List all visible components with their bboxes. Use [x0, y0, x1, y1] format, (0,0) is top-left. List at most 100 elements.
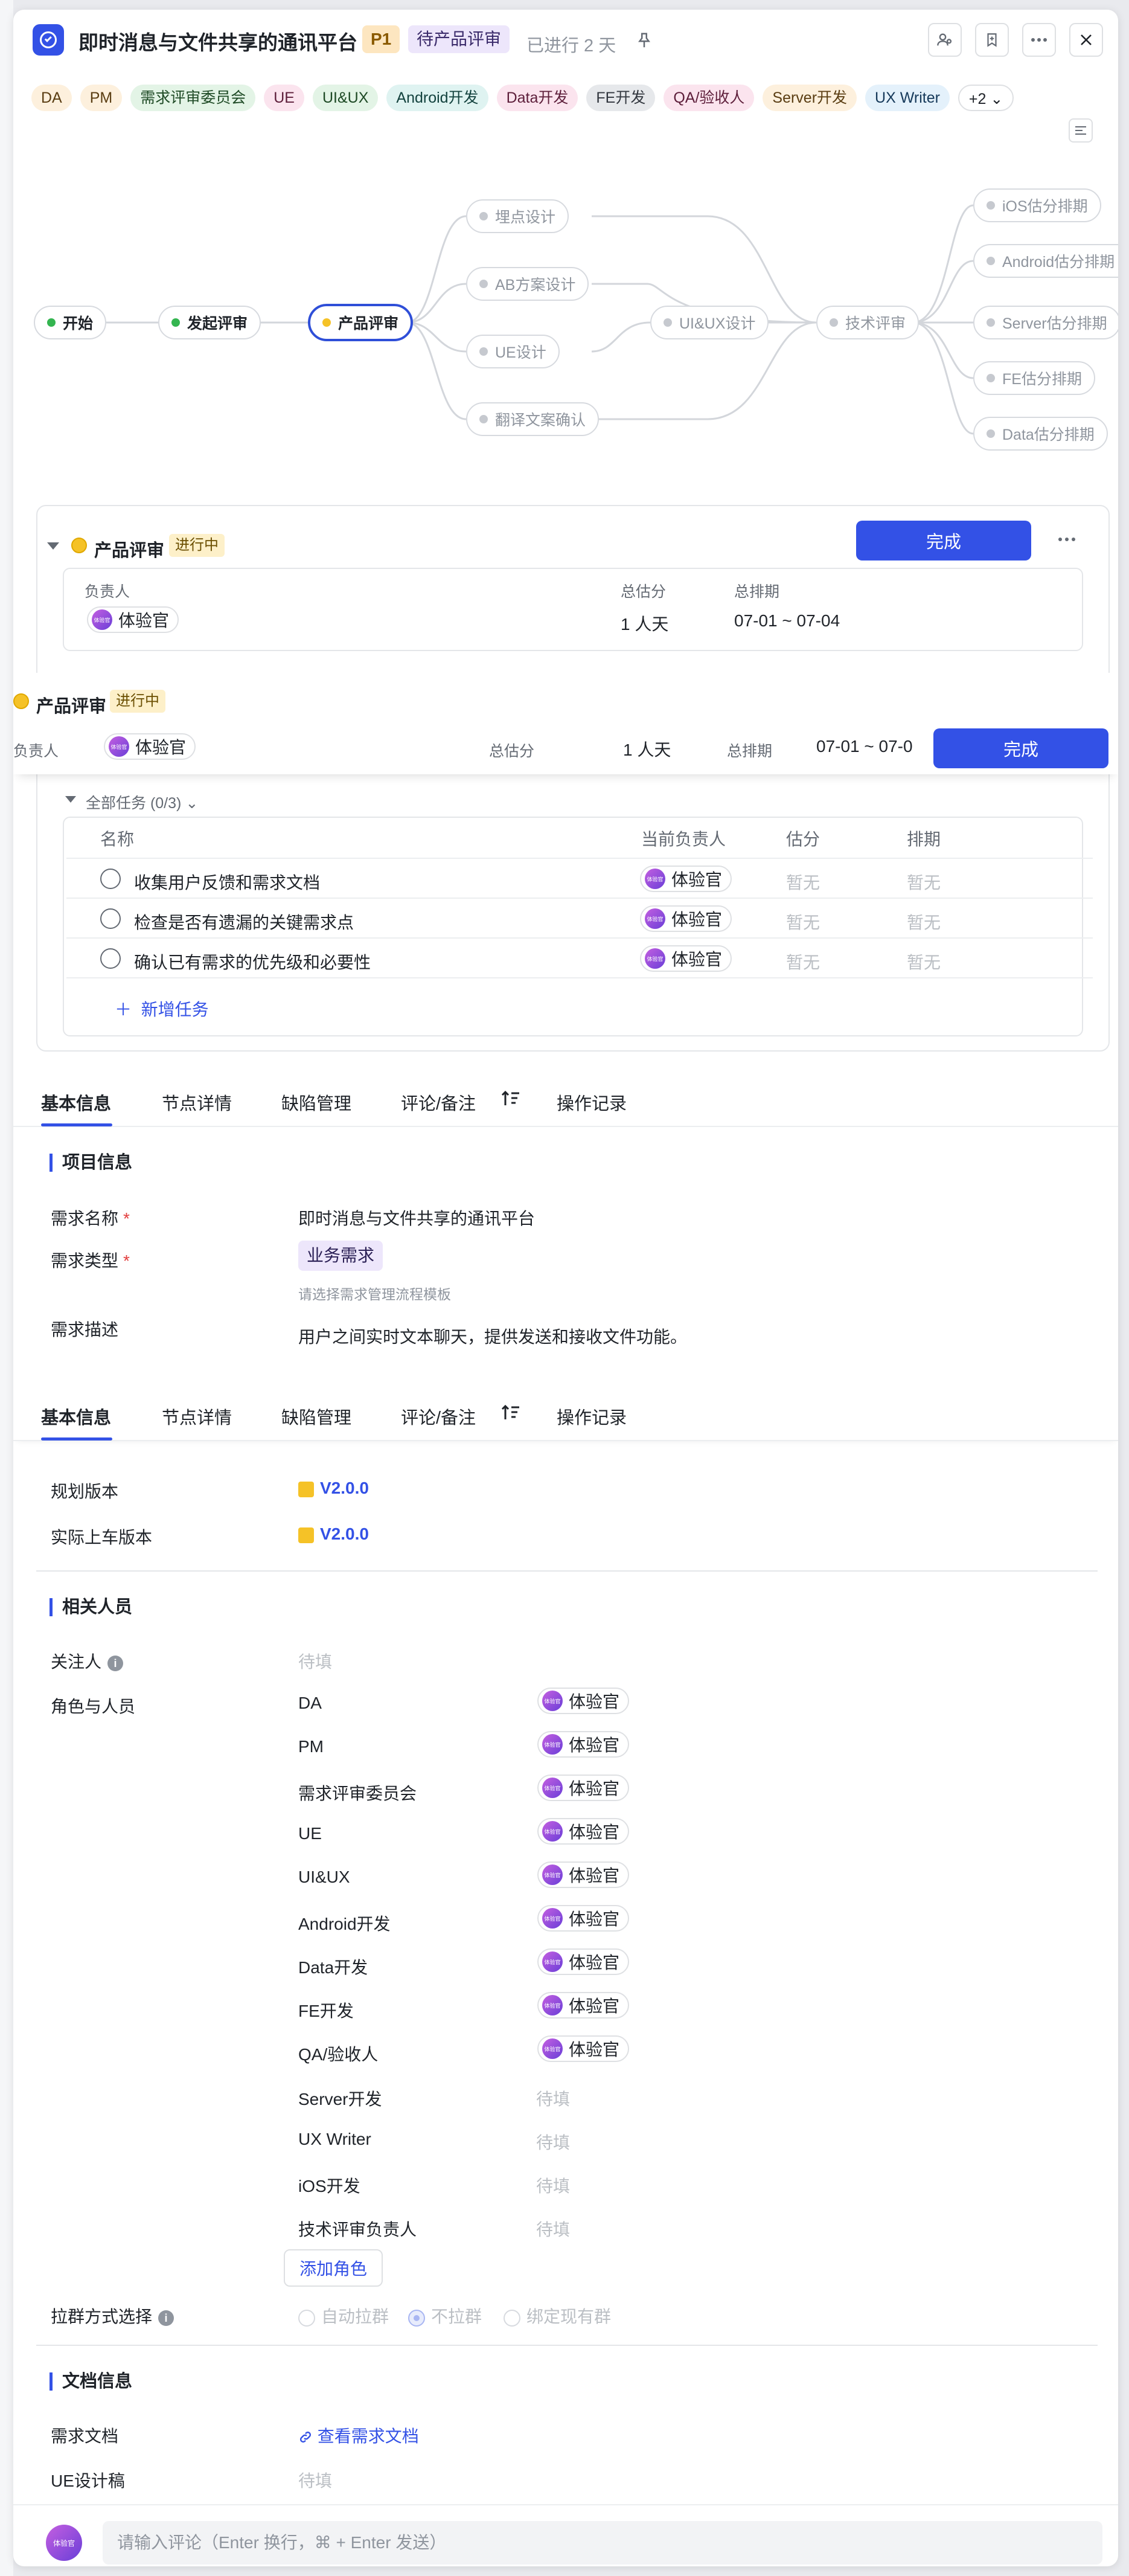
- req-name-value[interactable]: 即时消息与文件共享的通讯平台: [298, 1206, 535, 1230]
- flow-node-ue-design[interactable]: UE设计: [466, 335, 560, 368]
- task-owner-chip[interactable]: 体验官 体验官: [640, 905, 732, 932]
- role-person-empty[interactable]: 待填: [536, 2173, 570, 2197]
- task-owner-chip[interactable]: 体验官 体验官: [640, 945, 732, 972]
- doc-label: 需求文档: [51, 2427, 119, 2446]
- flow-node-initiate[interactable]: 发起评审: [158, 306, 261, 339]
- role-person-chip[interactable]: 体验官 体验官: [537, 1992, 630, 2019]
- role-person-chip[interactable]: 体验官 体验官: [537, 2035, 630, 2062]
- info-icon[interactable]: i: [107, 1655, 124, 1671]
- flow-node-android-estimate[interactable]: Android估分排期: [973, 244, 1118, 278]
- tasks-collapse-icon[interactable]: [65, 796, 76, 803]
- plan-version-value[interactable]: V2.0.0: [298, 1479, 369, 1498]
- role-name: Android开发: [298, 1915, 391, 1933]
- tab-history[interactable]: 操作记录: [557, 1404, 627, 1429]
- flow-node-tracking[interactable]: 埋点设计: [466, 199, 569, 233]
- add-task-label: 新增任务: [141, 1000, 209, 1019]
- complete-button[interactable]: 完成: [856, 521, 1031, 560]
- avatar: 体验官: [645, 869, 665, 889]
- sort-icon[interactable]: [501, 1404, 520, 1425]
- stage-status-badge: 进行中: [169, 534, 225, 557]
- tab-node-details[interactable]: 节点详情: [162, 1404, 232, 1429]
- flow-node-fe-estimate[interactable]: FE估分排期: [973, 361, 1095, 395]
- tab-comments[interactable]: 评论/备注: [401, 1404, 476, 1429]
- task-checkbox[interactable]: [100, 869, 121, 889]
- task-checkbox[interactable]: [100, 908, 121, 929]
- sticky-detail-tabs: 基本信息 节点详情 缺陷管理 评论/备注 操作记录: [13, 1386, 1118, 1441]
- comment-divider: [13, 2504, 1118, 2505]
- sticky-owner-chip[interactable]: 体验官 体验官: [104, 733, 196, 760]
- flow-node-ios-estimate[interactable]: iOS估分排期: [973, 188, 1101, 222]
- status-dot: [987, 318, 995, 327]
- followers-label: 关注人 i: [51, 1649, 124, 1673]
- task-owner-name: 体验官: [671, 910, 723, 929]
- req-type-label: 需求类型 *: [51, 1248, 130, 1272]
- table-row[interactable]: 确认已有需求的优先级和必要性 体验官 体验官 暂无 暂无: [66, 937, 1093, 977]
- task-owner-chip[interactable]: 体验官 体验官: [640, 866, 732, 892]
- tab-node-details[interactable]: 节点详情: [162, 1090, 232, 1115]
- flow-node-label: FE估分排期: [1002, 371, 1082, 388]
- group-method-label-text: 拉群方式选择: [51, 2307, 153, 2326]
- section-docs: 文档信息: [50, 2372, 132, 2391]
- section-project-info: 项目信息: [50, 1154, 132, 1172]
- group-option-auto[interactable]: 自动拉群: [298, 2304, 389, 2328]
- version-icon: [298, 1481, 314, 1497]
- role-name: 技术评审负责人: [298, 2220, 417, 2239]
- tab-defects[interactable]: 缺陷管理: [281, 1090, 351, 1115]
- role-person-empty[interactable]: 待填: [536, 2086, 570, 2110]
- flow-node-start[interactable]: 开始: [34, 306, 107, 339]
- flow-node-translate[interactable]: 翻译文案确认: [466, 402, 600, 436]
- role-person-chip[interactable]: 体验官 体验官: [537, 1688, 630, 1714]
- role-person-name: 体验官: [569, 2040, 620, 2059]
- group-option-none[interactable]: 不拉群: [408, 2304, 482, 2328]
- tasks-header-label: 全部任务 (0/3): [86, 795, 182, 812]
- in-progress-dot: [13, 693, 29, 709]
- task-checkbox[interactable]: [100, 948, 121, 969]
- role-person-chip[interactable]: 体验官 体验官: [537, 1818, 630, 1845]
- role-name: UX Writer: [298, 2130, 371, 2148]
- role-person-chip[interactable]: 体验官 体验官: [537, 1775, 630, 1801]
- role-person-chip[interactable]: 体验官 体验官: [537, 1861, 630, 1888]
- table-row[interactable]: 检查是否有遗漏的关键需求点 体验官 体验官 暂无 暂无: [66, 898, 1093, 937]
- stage-more-icon[interactable]: [1058, 534, 1076, 545]
- flow-node-ab-test[interactable]: AB方案设计: [466, 267, 589, 301]
- sticky-owner-label: 负责人: [13, 743, 59, 760]
- flow-node-data-estimate[interactable]: Data估分排期: [973, 417, 1108, 451]
- sort-icon[interactable]: [501, 1090, 520, 1111]
- group-option-bind[interactable]: 绑定现有群: [504, 2304, 611, 2328]
- role-person-chip[interactable]: 体验官 体验官: [537, 1905, 630, 1932]
- avatar: 体验官: [542, 1778, 563, 1798]
- comment-input[interactable]: 请输入评论（Enter 换行，⌘ + Enter 发送）: [103, 2521, 1102, 2565]
- owner-name: 体验官: [135, 738, 187, 757]
- owner-chip[interactable]: 体验官 体验官: [87, 606, 179, 633]
- req-desc-value[interactable]: 用户之间实时文本聊天，提供发送和接收文件功能。: [298, 1324, 687, 1348]
- role-person-chip[interactable]: 体验官 体验官: [537, 1948, 630, 1975]
- add-task-button[interactable]: ＋ 新增任务: [115, 997, 209, 1021]
- tab-basic-info[interactable]: 基本信息: [41, 1090, 111, 1115]
- sticky-complete-button[interactable]: 完成: [933, 728, 1108, 768]
- followers-value[interactable]: 待填: [298, 1649, 332, 1673]
- tasks-header[interactable]: 全部任务 (0/3) ⌄: [86, 791, 198, 813]
- tab-basic-info[interactable]: 基本信息: [41, 1404, 111, 1429]
- info-icon[interactable]: i: [158, 2310, 174, 2326]
- tab-history[interactable]: 操作记录: [557, 1090, 627, 1115]
- table-row[interactable]: 收集用户反馈和需求文档 体验官 体验官 暂无 暂无: [66, 858, 1093, 898]
- col-schedule: 排期: [907, 830, 941, 849]
- view-doc-link[interactable]: 查看需求文档: [298, 2423, 419, 2447]
- flow-node-product-review[interactable]: 产品评审: [308, 304, 414, 341]
- role-person-name: 体验官: [569, 1910, 620, 1929]
- add-role-button[interactable]: 添加角色: [284, 2249, 383, 2287]
- tab-defects[interactable]: 缺陷管理: [281, 1404, 351, 1429]
- flow-node-uiux-design[interactable]: UI&UX设计: [650, 306, 769, 339]
- tab-comments[interactable]: 评论/备注: [401, 1090, 476, 1115]
- flow-node-tech-review[interactable]: 技术评审: [816, 306, 920, 339]
- ue-design-value[interactable]: 待填: [298, 2468, 332, 2492]
- req-type-tag[interactable]: 业务需求: [298, 1241, 383, 1271]
- flow-node-label: iOS估分排期: [1002, 198, 1088, 215]
- role-person-chip[interactable]: 体验官 体验官: [537, 1731, 630, 1758]
- actual-version-value[interactable]: V2.0.0: [298, 1524, 369, 1544]
- collapse-caret-icon[interactable]: [47, 542, 59, 550]
- flow-node-server-estimate[interactable]: Server估分排期: [973, 306, 1118, 339]
- role-name: PM: [298, 1737, 324, 1756]
- role-person-empty[interactable]: 待填: [536, 2130, 570, 2154]
- role-person-empty[interactable]: 待填: [536, 2217, 570, 2241]
